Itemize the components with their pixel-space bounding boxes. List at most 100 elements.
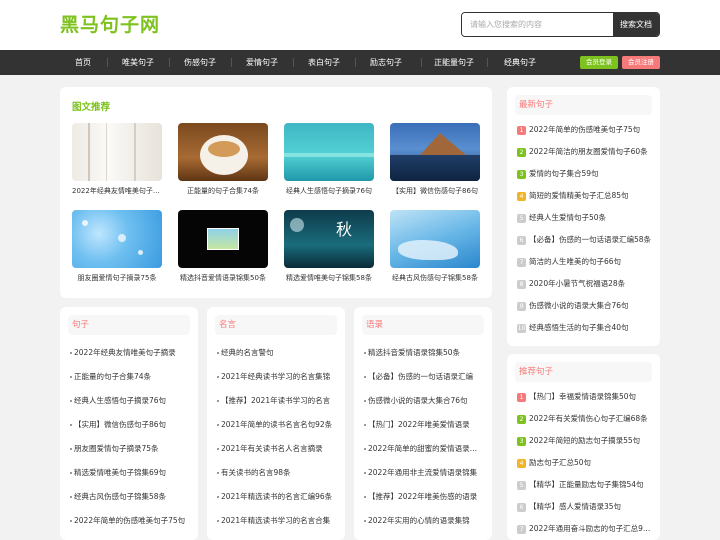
card-thumbnail [178, 210, 268, 268]
search-button[interactable]: 搜索文档 [613, 13, 659, 36]
rank-badge: 6 [517, 502, 526, 512]
ranked-item[interactable]: 2 2022年简洁的朋友圈爱情句子60条 [517, 141, 652, 163]
ranked-item[interactable]: 7 2022年通用奋斗励志的句子汇总93条 [517, 518, 652, 540]
category-column-sentences: 句子 2022年经典友情唯美句子摘录 正能量的句子合集74条 经典人生感悟句子摘… [60, 307, 198, 540]
card-caption: 【实用】微信伤感句子86句 [392, 187, 478, 195]
card-caption: 精选抖音爱情语录锦集50条 [180, 274, 266, 282]
ranked-item-label: 伤感微小说的语录大集合76句 [529, 301, 629, 310]
ranked-item[interactable]: 4 励志句子汇总50句 [517, 452, 652, 474]
nav-item-sad[interactable]: 伤感句子 [169, 50, 231, 75]
rank-badge: 2 [517, 147, 526, 157]
rank-badge: 6 [517, 235, 526, 245]
ranked-item-label: 2022年有关爱情伤心句子汇编68条 [529, 414, 648, 423]
ranked-item[interactable]: 5 经典人生爱情句子50条 [517, 207, 652, 229]
card-thumbnail: 秋 [284, 210, 374, 268]
rank-badge: 7 [517, 524, 526, 534]
rank-badge: 1 [517, 125, 526, 135]
nav-item-inspire[interactable]: 励志句子 [355, 50, 417, 75]
list-item[interactable]: 【推荐】2021年读书学习的名言 [217, 389, 337, 413]
ranked-item-label: 【热门】幸福爱情语录锦集50句 [529, 392, 637, 401]
column-list: 经典的名言警句 2021年经典读书学习的名言集锦 【推荐】2021年读书学习的名… [217, 341, 337, 533]
featured-card[interactable]: 朋友圈爱情句子摘录75条 [72, 210, 162, 283]
category-column-quotes: 名言 经典的名言警句 2021年经典读书学习的名言集锦 【推荐】2021年读书学… [207, 307, 345, 540]
search-input[interactable] [462, 13, 613, 36]
ranked-item[interactable]: 7 简洁的人生唯美的句子66句 [517, 251, 652, 273]
latest-title: 最新句子 [515, 95, 652, 115]
list-item[interactable]: 2022年简单的甜蜜的爱情语录锦集 [364, 437, 484, 461]
list-item[interactable]: 经典人生感悟句子摘录76句 [70, 389, 190, 413]
register-button[interactable]: 会员注册 [622, 56, 660, 69]
recommended-panel: 推荐句子 1 【热门】幸福爱情语录锦集50句 2 2022年有关爱情伤心句子汇编68… [507, 354, 660, 540]
card-caption: 经典古风伤感句子锦集58条 [392, 274, 478, 282]
rank-badge: 10 [517, 323, 526, 333]
rank-badge: 9 [517, 301, 526, 311]
list-item[interactable]: 2022年经典友情唯美句子摘录 [70, 341, 190, 365]
column-title: 语录 [362, 315, 484, 335]
featured-card[interactable]: 经典古风伤感句子锦集58条 [390, 210, 480, 283]
ranked-item[interactable]: 9 伤感微小说的语录大集合76句 [517, 295, 652, 317]
ranked-item-label: 简短的爱情精美句子汇总85句 [529, 191, 629, 200]
ranked-item-label: 经典感悟生活的句子集合40句 [529, 323, 629, 332]
list-item[interactable]: 朋友圈爱情句子摘录75条 [70, 437, 190, 461]
ranked-item-label: 爱情的句子集合59句 [529, 169, 599, 178]
ranked-item[interactable]: 6 【必备】伤感的一句话语录汇编58条 [517, 229, 652, 251]
nav-item-beautiful[interactable]: 唯美句子 [107, 50, 169, 75]
ranked-item[interactable]: 4 简短的爱情精美句子汇总85句 [517, 185, 652, 207]
ranked-item-label: 简洁的人生唯美的句子66句 [529, 257, 622, 266]
nav-item-confession[interactable]: 表白句子 [293, 50, 355, 75]
featured-card[interactable]: 【实用】微信伤感句子86句 [390, 123, 480, 196]
ranked-item[interactable]: 5 【精华】正能量励志句子集锦54句 [517, 474, 652, 496]
list-item[interactable]: 经典古风伤感句子锦集58条 [70, 485, 190, 509]
list-item[interactable]: 2022年简单的伤感唯美句子75句 [70, 509, 190, 533]
list-item[interactable]: 【热门】2022年唯美爱情语录 [364, 413, 484, 437]
list-item[interactable]: 2021年简单的读书名言名句92条 [217, 413, 337, 437]
ranked-item[interactable]: 8 2020年小暑节气祝福语28条 [517, 273, 652, 295]
list-item[interactable]: 2021年精选读书学习的名言合集 [217, 509, 337, 533]
card-caption: 正能量的句子合集74条 [187, 187, 259, 195]
ranked-item[interactable]: 3 2022年简短的励志句子摘录55句 [517, 430, 652, 452]
ranked-item[interactable]: 6 【精华】感人爱情语录35句 [517, 496, 652, 518]
ranked-item[interactable]: 3 爱情的句子集合59句 [517, 163, 652, 185]
featured-card[interactable]: 正能量的句子合集74条 [178, 123, 268, 196]
list-item[interactable]: 2021年精选读书的名言汇编96条 [217, 485, 337, 509]
category-column-sayings: 语录 精选抖音爱情语录锦集50条 【必备】伤感的一句话语录汇编 伤感微小说的语录… [354, 307, 492, 540]
list-item[interactable]: 2022年通用非主流爱情语录锦集 [364, 461, 484, 485]
nav-item-classic[interactable]: 经典句子 [489, 50, 551, 75]
ranked-item[interactable]: 2 2022年有关爱情伤心句子汇编68条 [517, 408, 652, 430]
nav-item-love[interactable]: 爱情句子 [231, 50, 293, 75]
featured-card[interactable]: 精选抖音爱情语录锦集50条 [178, 210, 268, 283]
rank-badge: 1 [517, 392, 526, 402]
ranked-item[interactable]: 1 【热门】幸福爱情语录锦集50句 [517, 386, 652, 408]
featured-card[interactable]: 2022年经典友情唯美句子摘录 [72, 123, 162, 196]
nav-item-home[interactable]: 首页 [52, 50, 114, 75]
rank-badge: 3 [517, 169, 526, 179]
rank-badge: 7 [517, 257, 526, 267]
ranked-item[interactable]: 1 2022年简单的伤感唯美句子75句 [517, 119, 652, 141]
ranked-item[interactable]: 10 经典感悟生活的句子集合40句 [517, 317, 652, 339]
card-thumbnail [178, 123, 268, 181]
ranked-item-label: 2020年小暑节气祝福语28条 [529, 279, 626, 288]
column-title: 句子 [68, 315, 190, 335]
card-thumbnail [284, 123, 374, 181]
list-item[interactable]: 【必备】伤感的一句话语录汇编 [364, 365, 484, 389]
list-item[interactable]: 【实用】微信伤感句子86句 [70, 413, 190, 437]
latest-panel: 最新句子 1 2022年简单的伤感唯美句子75句 2 2022年简洁的朋友圈爱情句子… [507, 87, 660, 346]
card-thumbnail [390, 210, 480, 268]
list-item[interactable]: 2021年有关读书名人名言摘录 [217, 437, 337, 461]
nav-item-positive[interactable]: 正能量句子 [423, 50, 485, 75]
list-item[interactable]: 正能量的句子合集74条 [70, 365, 190, 389]
login-button[interactable]: 会员登录 [580, 56, 618, 69]
list-item[interactable]: 伤感微小说的语录大集合76句 [364, 389, 484, 413]
list-item[interactable]: 2021年经典读书学习的名言集锦 [217, 365, 337, 389]
list-item[interactable]: 【推荐】2022年唯美伤感的语录 [364, 485, 484, 509]
list-item[interactable]: 精选抖音爱情语录锦集50条 [364, 341, 484, 365]
rank-badge: 4 [517, 458, 526, 468]
featured-card[interactable]: 经典人生感悟句子摘录76句 [284, 123, 374, 196]
site-logo[interactable]: 黑马句子网 [60, 10, 160, 37]
list-item[interactable]: 精选爱情唯美句子锦集69句 [70, 461, 190, 485]
list-item[interactable]: 经典的名言警句 [217, 341, 337, 365]
featured-card[interactable]: 秋 精选爱情唯美句子锦集58条 [284, 210, 374, 283]
card-thumbnail [72, 123, 162, 181]
list-item[interactable]: 2022年实用的心情的语录集锦 [364, 509, 484, 533]
list-item[interactable]: 有关读书的名言98条 [217, 461, 337, 485]
